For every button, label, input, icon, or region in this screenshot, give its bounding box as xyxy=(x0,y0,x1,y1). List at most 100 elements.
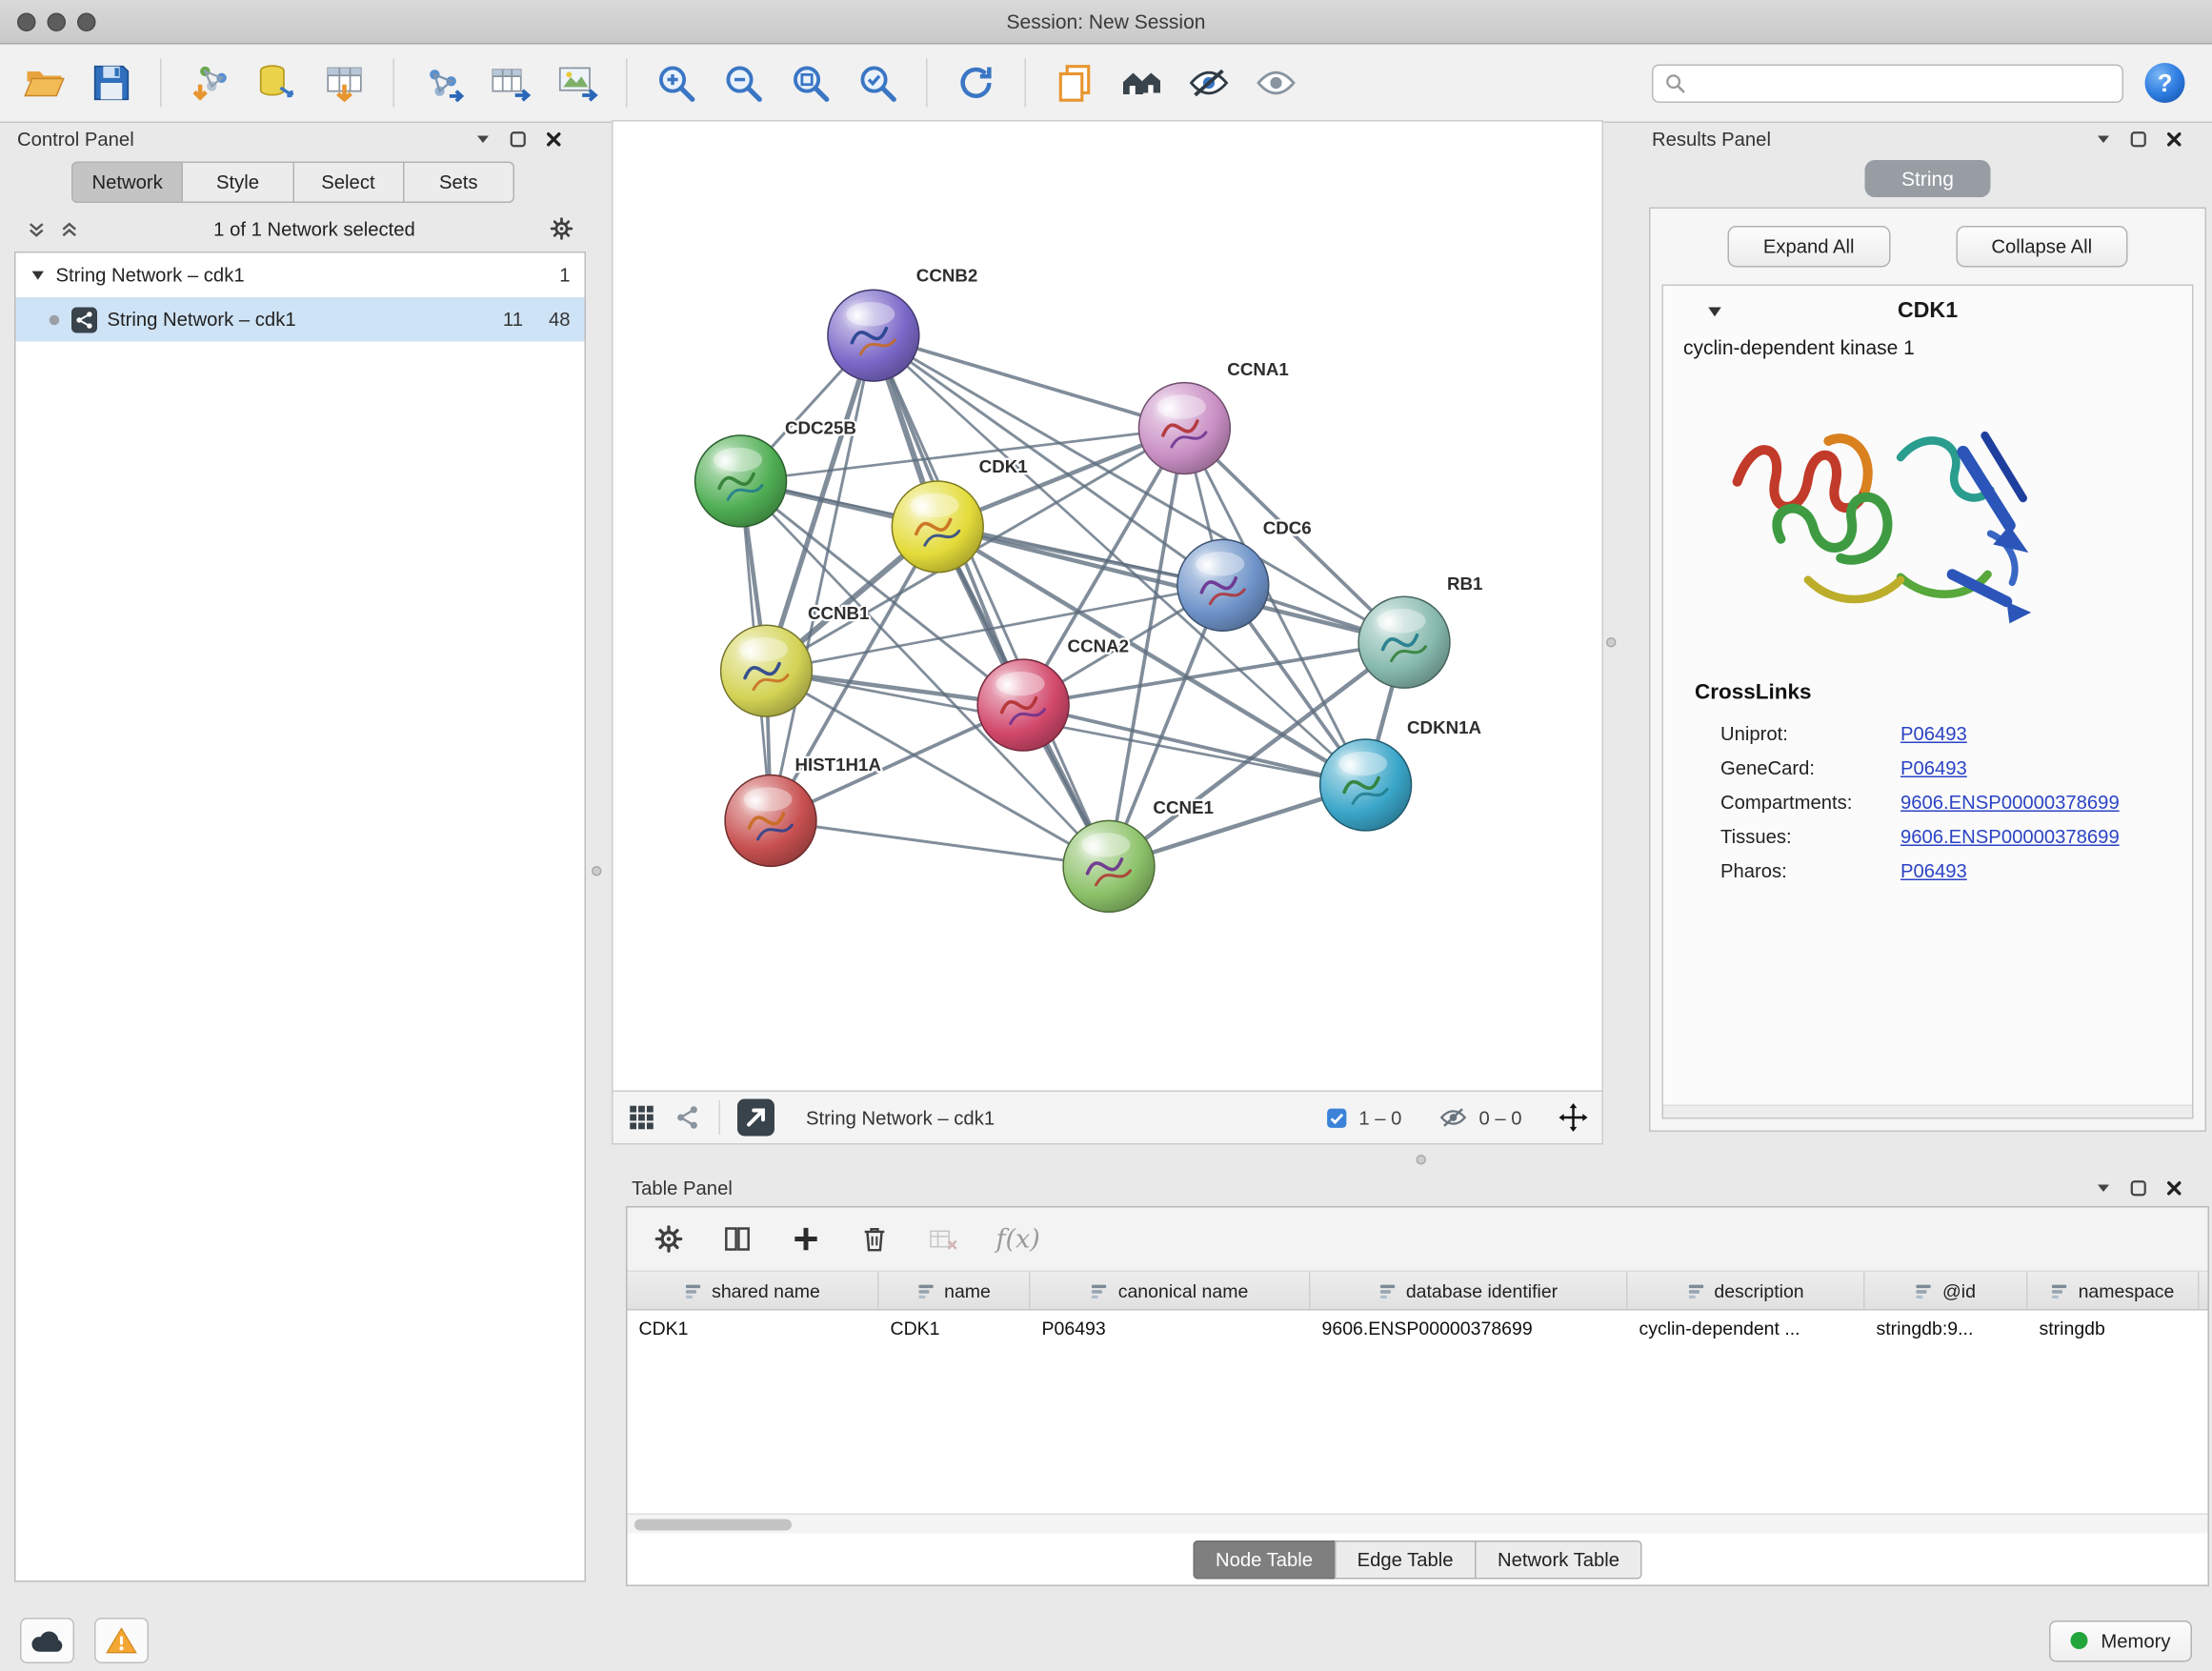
import-network-from-file-button[interactable] xyxy=(180,53,240,113)
panel-menu-icon[interactable] xyxy=(2095,1179,2112,1197)
search-box[interactable] xyxy=(1652,64,2123,103)
network-edge[interactable] xyxy=(874,335,1109,866)
table-cell[interactable]: cyclin-dependent ... xyxy=(1628,1311,1865,1348)
export-view-button[interactable] xyxy=(737,1099,774,1137)
create-column-icon[interactable] xyxy=(791,1223,822,1255)
selected-nodes-checkbox-icon[interactable] xyxy=(1326,1107,1348,1129)
table-cell[interactable]: CDK1 xyxy=(879,1311,1031,1348)
table-cell[interactable]: stringdb xyxy=(2028,1311,2200,1348)
table-row[interactable]: CDK1CDK1P064939606.ENSP00000378699cyclin… xyxy=(628,1311,2208,1348)
float-panel-icon[interactable] xyxy=(2129,130,2148,149)
help-button[interactable]: ? xyxy=(2143,62,2186,105)
expand-all-button[interactable]: Expand All xyxy=(1727,226,1890,268)
import-network-from-database-button[interactable] xyxy=(248,53,308,113)
network-collection-row[interactable]: String Network – cdk1 1 xyxy=(16,253,585,298)
splitter-handle-left[interactable] xyxy=(592,866,602,876)
float-panel-icon[interactable] xyxy=(509,130,528,149)
birdseye-view-icon[interactable] xyxy=(628,1103,656,1132)
show-all-button[interactable] xyxy=(1246,53,1306,113)
table-options-gear-icon[interactable] xyxy=(654,1223,685,1255)
splitter-handle-right[interactable] xyxy=(1606,637,1617,648)
network-edge[interactable] xyxy=(1023,705,1365,785)
hidden-elements-icon[interactable] xyxy=(1438,1103,1467,1132)
window-zoom-button[interactable] xyxy=(77,12,96,31)
hide-unselected-button[interactable] xyxy=(1179,53,1239,113)
crosslink-value-link[interactable]: 9606.ENSP00000378699 xyxy=(1900,825,2178,847)
string-home-button[interactable] xyxy=(1112,53,1172,113)
column-options-icon[interactable] xyxy=(685,1281,704,1300)
column-options-icon[interactable] xyxy=(1091,1281,1110,1300)
column-header-namespace[interactable]: namespace xyxy=(2028,1272,2200,1309)
apply-preferred-layout-button[interactable] xyxy=(946,53,1006,113)
column-header-database-identifier[interactable]: database identifier xyxy=(1311,1272,1628,1309)
close-panel-icon[interactable] xyxy=(2165,1178,2184,1198)
warnings-button[interactable] xyxy=(94,1618,149,1663)
show-columns-icon[interactable] xyxy=(722,1223,754,1255)
column-header-shared-name[interactable]: shared name xyxy=(628,1272,879,1309)
function-builder-button[interactable]: f(x) xyxy=(996,1224,1040,1255)
collapse-all-networks-icon[interactable] xyxy=(26,218,48,240)
expand-all-networks-icon[interactable] xyxy=(59,218,81,240)
tab-network-table[interactable]: Network Table xyxy=(1475,1540,1642,1580)
pan-crosshair-icon[interactable] xyxy=(1559,1103,1588,1132)
network-row-selected[interactable]: String Network – cdk1 11 48 xyxy=(16,297,585,342)
close-panel-icon[interactable] xyxy=(545,130,564,149)
tab-sets[interactable]: Sets xyxy=(403,162,514,204)
network-canvas[interactable]: CCNB2CCNA1CDC25BCDK1CDC6RB1CCNB1CCNA2CDK… xyxy=(612,120,1603,1092)
tree-expander-icon[interactable] xyxy=(30,268,47,284)
tab-edge-table[interactable]: Edge Table xyxy=(1335,1540,1477,1580)
collapse-all-button[interactable]: Collapse All xyxy=(1956,226,2128,268)
copy-annotations-button[interactable] xyxy=(1045,53,1105,113)
column-options-icon[interactable] xyxy=(917,1281,936,1300)
network-edge[interactable] xyxy=(771,335,874,820)
close-panel-icon[interactable] xyxy=(2165,130,2184,149)
export-network-button[interactable] xyxy=(413,53,473,113)
crosslink-value-link[interactable]: 9606.ENSP00000378699 xyxy=(1900,791,2178,813)
column-header--id[interactable]: @id xyxy=(1865,1272,2028,1309)
column-options-icon[interactable] xyxy=(2051,1281,2070,1300)
network-options-gear-icon[interactable] xyxy=(549,216,574,242)
save-session-button[interactable] xyxy=(82,53,142,113)
window-minimize-button[interactable] xyxy=(48,12,67,31)
crosslink-value-link[interactable]: P06493 xyxy=(1900,859,2178,881)
tab-network[interactable]: Network xyxy=(71,162,183,204)
tab-style[interactable]: Style xyxy=(182,162,293,204)
search-input[interactable] xyxy=(1695,70,2111,95)
tab-string[interactable]: String xyxy=(1864,160,1991,197)
column-header-name[interactable]: name xyxy=(879,1272,1031,1309)
zoom-out-button[interactable] xyxy=(714,53,774,113)
column-header-canonical-name[interactable]: canonical name xyxy=(1031,1272,1311,1309)
table-horizontal-scrollbar[interactable] xyxy=(628,1514,2208,1534)
column-header-description[interactable]: description xyxy=(1628,1272,1865,1309)
open-session-button[interactable] xyxy=(14,53,74,113)
collapse-gene-icon[interactable] xyxy=(1706,303,1723,320)
splitter-handle-bottom[interactable] xyxy=(1417,1155,1427,1165)
window-close-button[interactable] xyxy=(17,12,36,31)
tab-select[interactable]: Select xyxy=(292,162,404,204)
table-cell[interactable]: 9606.ENSP00000378699 xyxy=(1311,1311,1628,1348)
column-options-icon[interactable] xyxy=(1687,1281,1706,1300)
zoom-in-button[interactable] xyxy=(646,53,706,113)
panel-menu-icon[interactable] xyxy=(2095,131,2112,148)
table-cell[interactable]: P06493 xyxy=(1031,1311,1311,1348)
table-cell[interactable]: stringdb:9... xyxy=(1865,1311,2028,1348)
cloud-status-button[interactable] xyxy=(20,1618,74,1663)
network-edge[interactable] xyxy=(771,820,1109,866)
zoom-fit-button[interactable] xyxy=(780,53,840,113)
import-table-from-file-button[interactable] xyxy=(314,53,374,113)
export-image-button[interactable] xyxy=(548,53,608,113)
crosslink-value-link[interactable]: P06493 xyxy=(1900,756,2178,778)
graphics-details-icon[interactable] xyxy=(674,1103,702,1132)
memory-button[interactable]: Memory xyxy=(2049,1621,2192,1662)
export-table-button[interactable] xyxy=(480,53,540,113)
column-options-icon[interactable] xyxy=(1378,1281,1398,1300)
float-panel-icon[interactable] xyxy=(2129,1178,2148,1198)
table-cell[interactable]: CDK1 xyxy=(628,1311,879,1348)
tab-node-table[interactable]: Node Table xyxy=(1193,1540,1336,1580)
network-graph[interactable]: CCNB2CCNA1CDC25BCDK1CDC6RB1CCNB1CCNA2CDK… xyxy=(613,122,1602,1091)
crosslink-value-link[interactable]: P06493 xyxy=(1900,722,2178,744)
scrollbar-thumb[interactable] xyxy=(634,1519,792,1530)
network-edge[interactable] xyxy=(874,335,1185,428)
zoom-selected-button[interactable] xyxy=(848,53,908,113)
column-options-icon[interactable] xyxy=(1915,1281,1934,1300)
